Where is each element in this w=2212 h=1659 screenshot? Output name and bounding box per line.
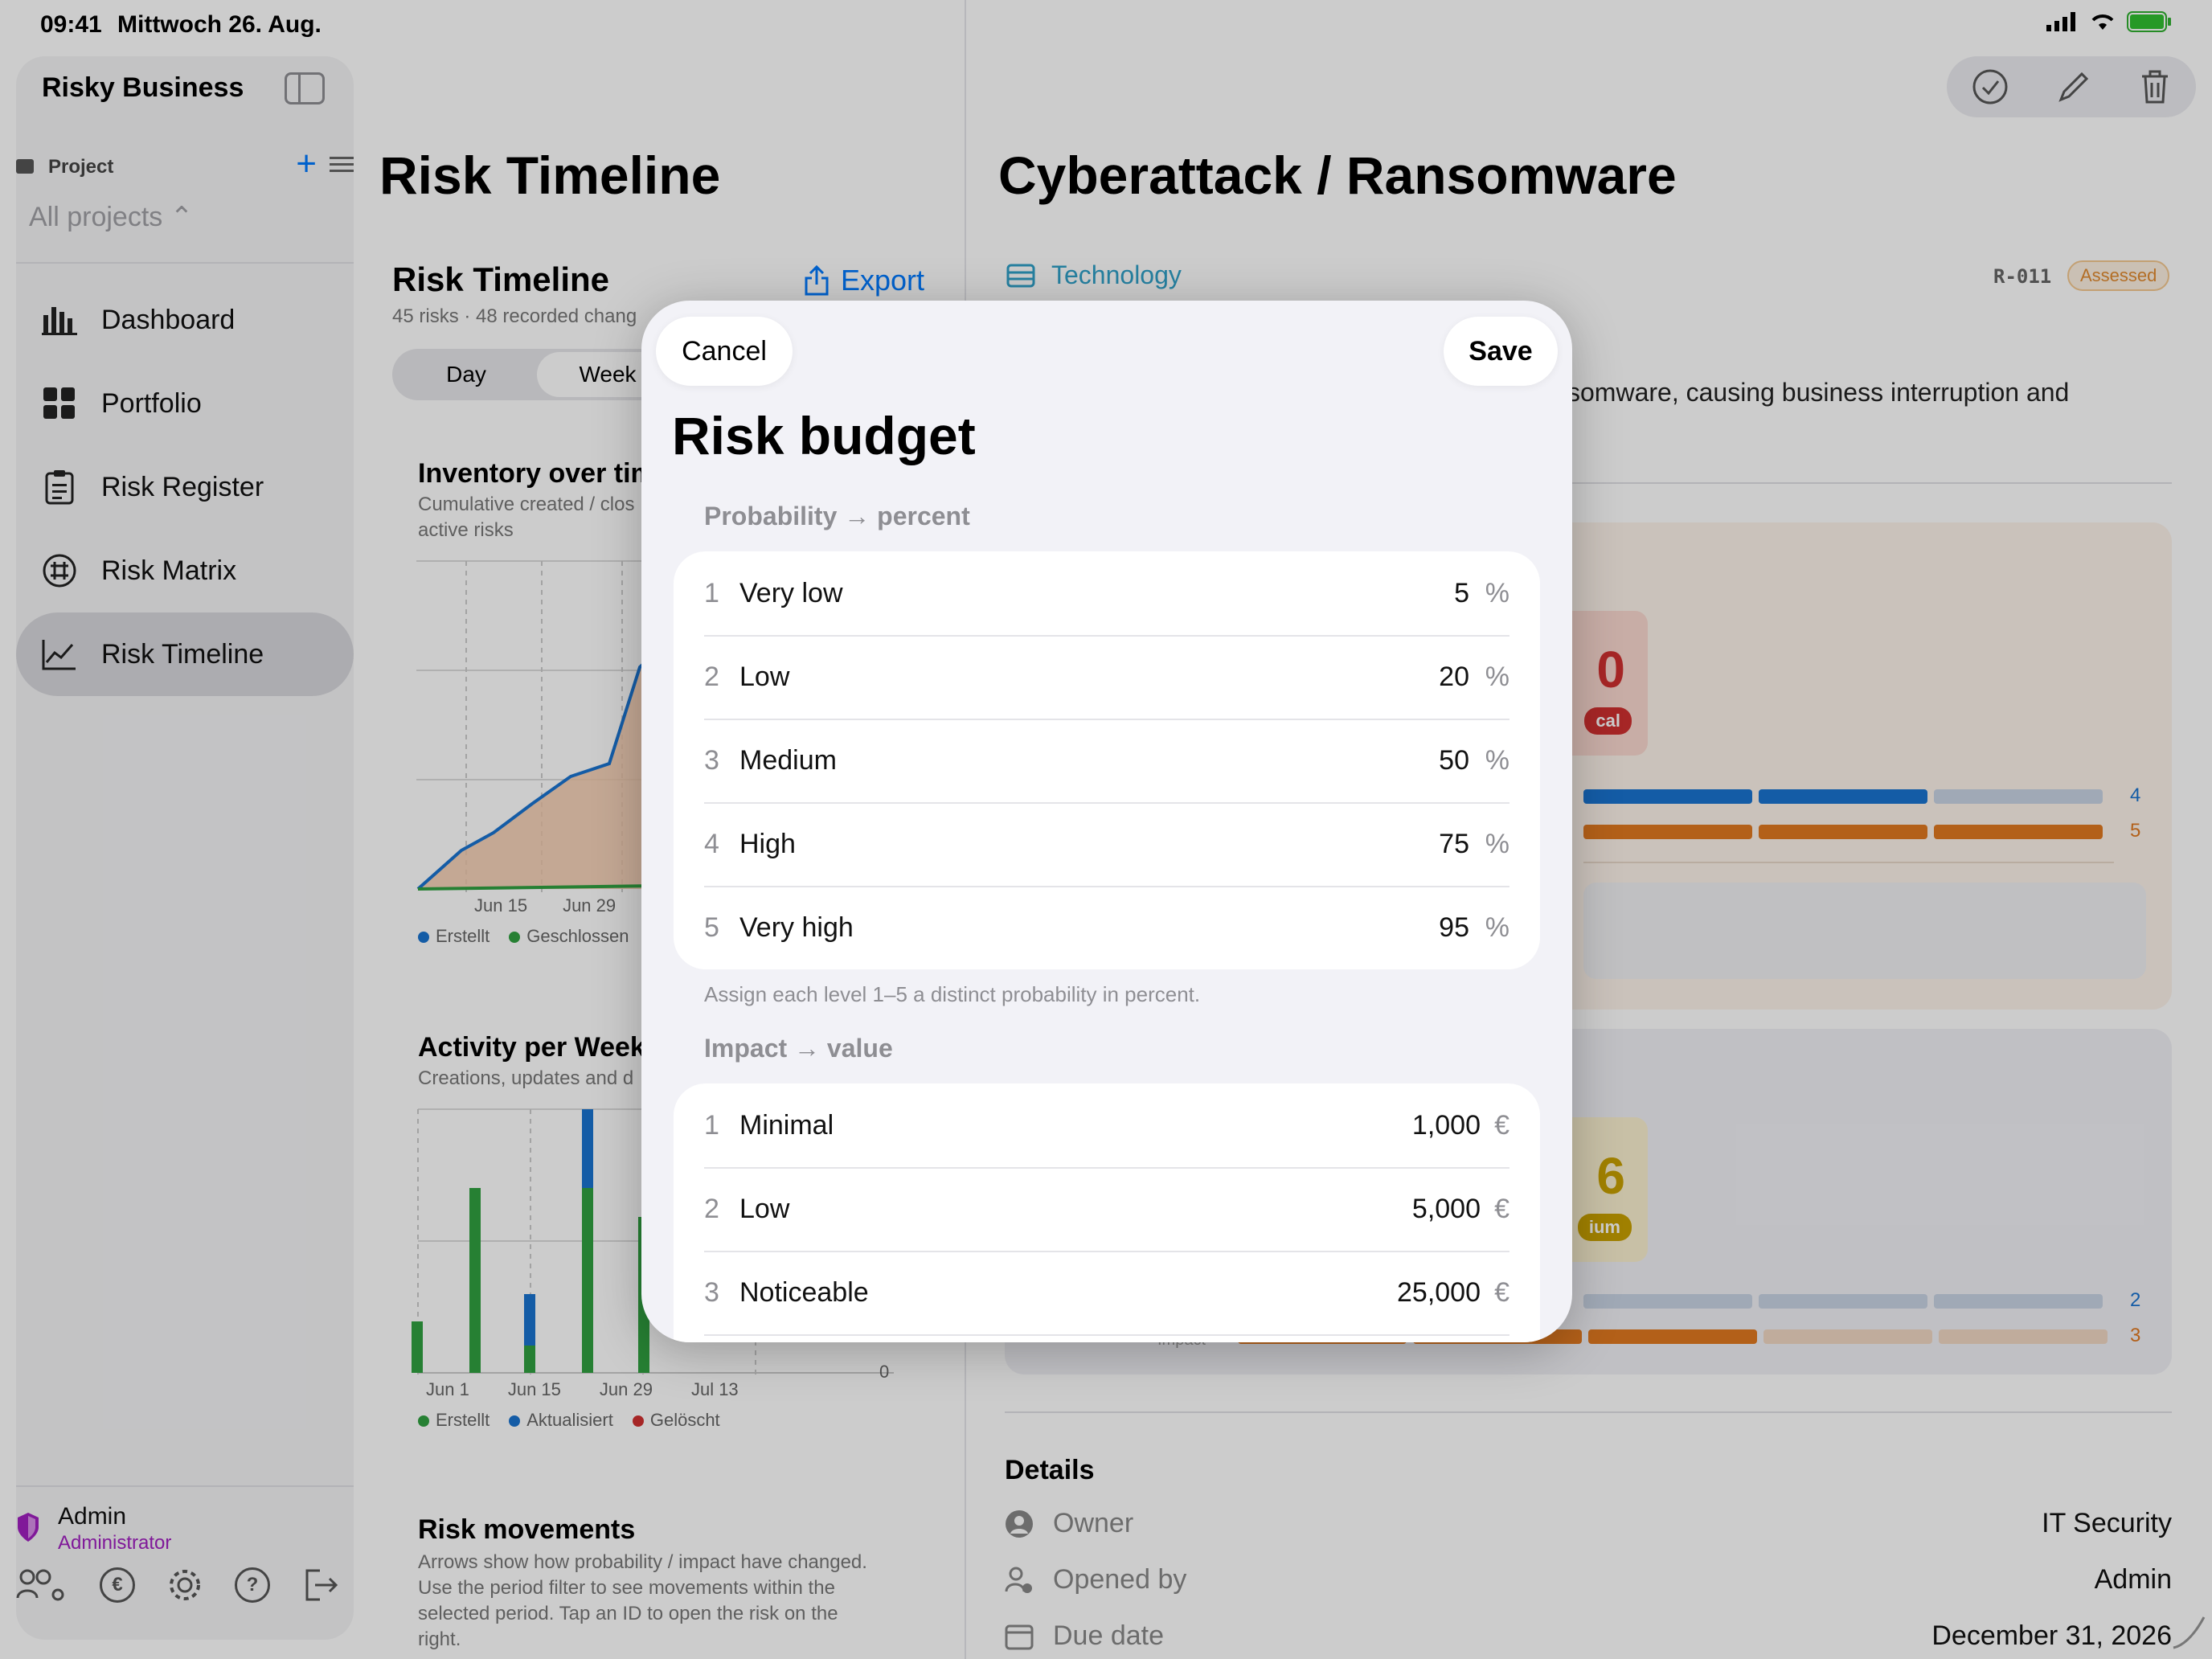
unit-label: % xyxy=(1485,661,1509,692)
sheet-title: Risk budget xyxy=(672,406,976,465)
level-number: 2 xyxy=(704,661,719,692)
probability-input[interactable]: 95 xyxy=(1439,912,1469,944)
probability-input[interactable]: 75 xyxy=(1439,829,1469,860)
unit-label: % xyxy=(1485,744,1509,776)
impact-input[interactable]: 5,000 xyxy=(1412,1194,1481,1225)
unit-label: € xyxy=(1494,1276,1509,1308)
level-number: 4 xyxy=(704,828,719,859)
probability-row-1[interactable]: 1 Very low 5 % xyxy=(674,551,1540,635)
risk-budget-sheet: Cancel Save Risk budget Probability → pe… xyxy=(641,301,1572,1342)
impact-list: 1 Minimal 1,000 € 2 Low 5,000 € 3 Notice… xyxy=(674,1083,1540,1342)
unit-label: € xyxy=(1494,1109,1509,1141)
level-label: Low xyxy=(739,661,790,692)
probability-list: 1 Very low 5 % 2 Low 20 % 3 Medium 50 % … xyxy=(674,551,1540,969)
impact-row-2[interactable]: 2 Low 5,000 € xyxy=(674,1167,1540,1251)
impact-row-3[interactable]: 3 Noticeable 25,000 € xyxy=(674,1251,1540,1334)
probability-input[interactable]: 5 xyxy=(1454,578,1469,609)
save-button[interactable]: Save xyxy=(1444,317,1558,386)
cancel-button[interactable]: Cancel xyxy=(656,317,793,386)
impact-section-header: Impact → value xyxy=(704,1034,893,1063)
level-label: Very high xyxy=(739,911,854,943)
level-number: 3 xyxy=(704,744,719,776)
level-number: 3 xyxy=(704,1276,719,1308)
level-label: Low xyxy=(739,1193,790,1224)
level-number: 5 xyxy=(704,911,719,943)
probability-row-5[interactable]: 5 Very high 95 % xyxy=(674,886,1540,969)
level-label: Minimal xyxy=(739,1109,834,1141)
level-number: 1 xyxy=(704,1109,719,1141)
level-label: Medium xyxy=(739,744,837,776)
impact-input[interactable]: 1,000 xyxy=(1412,1110,1481,1141)
probability-footer: Assign each level 1–5 a distinct probabi… xyxy=(704,982,1201,1006)
app-screen: 09:41 Mittwoch 26. Aug. Risky Business P… xyxy=(0,0,2212,1659)
level-label: Very low xyxy=(739,577,843,608)
probability-row-3[interactable]: 3 Medium 50 % xyxy=(674,719,1540,802)
level-number: 2 xyxy=(704,1193,719,1224)
probability-row-2[interactable]: 2 Low 20 % xyxy=(674,635,1540,719)
unit-label: € xyxy=(1494,1193,1509,1224)
probability-input[interactable]: 50 xyxy=(1439,745,1469,776)
impact-row-1[interactable]: 1 Minimal 1,000 € xyxy=(674,1083,1540,1167)
level-number: 1 xyxy=(704,577,719,608)
probability-section-header: Probability → percent xyxy=(704,502,970,530)
pencil-cursor-icon xyxy=(2173,1616,2206,1649)
probability-row-4[interactable]: 4 High 75 % xyxy=(674,802,1540,886)
impact-row-cutoff xyxy=(674,1334,1540,1342)
level-label: Noticeable xyxy=(739,1276,869,1308)
unit-label: % xyxy=(1485,577,1509,608)
unit-label: % xyxy=(1485,828,1509,859)
unit-label: % xyxy=(1485,911,1509,943)
probability-input[interactable]: 20 xyxy=(1439,662,1469,693)
impact-input[interactable]: 25,000 xyxy=(1397,1277,1481,1309)
level-label: High xyxy=(739,828,796,859)
